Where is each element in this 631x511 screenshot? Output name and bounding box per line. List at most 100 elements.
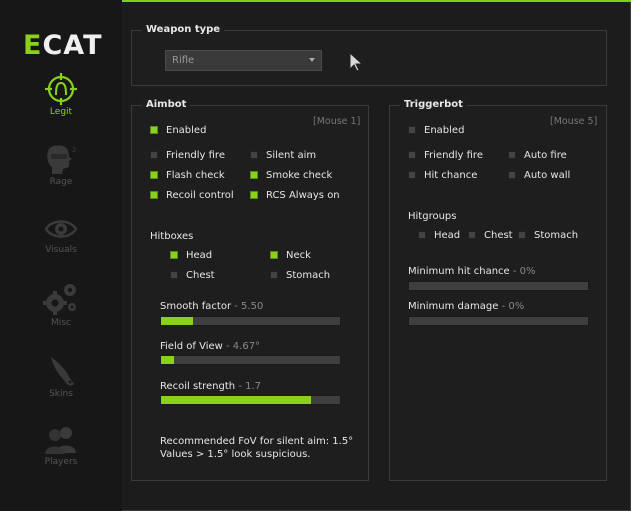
checkbox-label: Hit chance — [424, 169, 478, 181]
minimum-hit-chance-slider[interactable] — [408, 281, 589, 291]
checkbox-box — [418, 231, 426, 239]
nav-item-misc[interactable]: Misc — [0, 282, 122, 328]
aimbot-friendly-fire-checkbox[interactable]: Friendly fire — [150, 149, 225, 161]
slider-value: - 5.50 — [234, 301, 264, 312]
triggerbot-panel: Triggerbot — [389, 99, 607, 481]
triggerbot-title: Triggerbot — [400, 99, 467, 110]
checkbox-box — [408, 151, 416, 159]
nav-label-visuals: Visuals — [45, 245, 77, 255]
minimum-hit-chance-label: Minimum hit chance - 0% — [408, 266, 536, 277]
aimbot-enabled-checkbox[interactable]: Enabled — [150, 124, 206, 136]
recoil-strength-slider[interactable] — [160, 395, 341, 405]
aimbot-flash-check-checkbox[interactable]: Flash check — [150, 169, 225, 181]
checkbox-label: Chest — [484, 229, 513, 241]
hitgroup-stomach-checkbox[interactable]: Stomach — [518, 229, 578, 241]
slider-label-text: Smooth factor — [160, 301, 232, 312]
nav-item-players[interactable]: Players — [0, 425, 122, 467]
sidebar: ECAT Legit 2 Rage Visuals Misc Skins Pla… — [0, 0, 122, 511]
triggerbot-auto-wall-checkbox[interactable]: Auto wall — [508, 169, 570, 181]
checkbox-label: Smoke check — [266, 169, 333, 181]
checkbox-box — [250, 151, 258, 159]
checkbox-label: Enabled — [424, 124, 465, 136]
checkbox-box — [150, 191, 158, 199]
checkbox-box — [170, 251, 178, 259]
smooth-factor-label: Smooth factor - 5.50 — [160, 301, 263, 312]
aimbot-smoke-check-checkbox[interactable]: Smoke check — [250, 169, 332, 181]
logo: ECAT — [23, 30, 103, 61]
hitgroup-chest-checkbox[interactable]: Chest — [468, 229, 513, 241]
nav-item-rage[interactable]: 2 Rage — [0, 143, 122, 187]
checkbox-box — [150, 151, 158, 159]
eye-icon — [44, 220, 78, 238]
slider-label-text: Field of View — [160, 341, 223, 352]
minimum-damage-slider[interactable] — [408, 316, 589, 326]
hitgroup-head-checkbox[interactable]: Head — [418, 229, 460, 241]
users-icon — [45, 427, 76, 454]
checkbox-label: Head — [186, 249, 213, 261]
field-of-view-slider[interactable] — [160, 355, 341, 365]
hitbox-head-checkbox[interactable]: Head — [170, 249, 212, 261]
hitbox-chest-checkbox[interactable]: Chest — [170, 269, 215, 281]
nav-label-rage: Rage — [49, 177, 73, 187]
checkbox-label: Friendly fire — [424, 149, 483, 161]
minimum-damage-label: Minimum damage - 0% — [408, 301, 524, 312]
hitgroups-label: Hitgroups — [408, 211, 457, 222]
checkbox-label: Stomach — [534, 229, 579, 241]
checkbox-label: Recoil control — [166, 189, 234, 201]
slider-value: - 0% — [501, 301, 525, 312]
triggerbot-hit-chance-checkbox[interactable]: Hit chance — [408, 169, 477, 181]
note-line-1: Recommended FoV for silent aim: 1.5° — [160, 436, 354, 447]
checkbox-box — [518, 231, 526, 239]
checkbox-box — [150, 126, 158, 134]
hitbox-stomach-checkbox[interactable]: Stomach — [270, 269, 330, 281]
note-line-2: Values > 1.5° look suspicious. — [160, 449, 311, 460]
aimbot-bind-key[interactable]: [Mouse 1] — [313, 116, 360, 127]
aimbot-recoil-control-checkbox[interactable]: Recoil control — [150, 189, 234, 201]
slider-fill — [161, 396, 312, 404]
checkbox-label: Enabled — [166, 124, 207, 136]
checkbox-box — [408, 126, 416, 134]
smooth-factor-slider[interactable] — [160, 316, 341, 326]
triggerbot-bind-key[interactable]: [Mouse 5] — [550, 116, 597, 127]
hitboxes-label: Hitboxes — [150, 231, 194, 242]
triggerbot-auto-fire-checkbox[interactable]: Auto fire — [508, 149, 567, 161]
checkbox-box — [408, 171, 416, 179]
logo-text: CAT — [42, 30, 103, 61]
weapon-type-select[interactable]: Rifle — [165, 50, 322, 71]
hitbox-neck-checkbox[interactable]: Neck — [270, 249, 311, 261]
aimbot-title: Aimbot — [142, 99, 191, 110]
recoil-strength-label: Recoil strength - 1.7 — [160, 381, 261, 392]
silent-aim-note: Recommended FoV for silent aim: 1.5° Val… — [160, 435, 353, 461]
checkbox-box — [508, 151, 516, 159]
checkbox-box — [150, 171, 158, 179]
checkbox-box — [250, 171, 258, 179]
nav-label-players: Players — [44, 457, 78, 467]
aimbot-silent-aim-checkbox[interactable]: Silent aim — [250, 149, 316, 161]
checkbox-label: Stomach — [286, 269, 331, 281]
triggerbot-friendly-fire-checkbox[interactable]: Friendly fire — [408, 149, 483, 161]
checkbox-label: Friendly fire — [166, 149, 225, 161]
checkbox-label: Head — [434, 229, 461, 241]
weapon-type-title: Weapon type — [142, 24, 225, 35]
masked-head-icon: 2 — [47, 145, 76, 174]
nav-label-skins: Skins — [49, 389, 73, 399]
triggerbot-enabled-checkbox[interactable]: Enabled — [408, 124, 464, 136]
nav-label-misc: Misc — [51, 318, 71, 328]
aimbot-rcs-always-on-checkbox[interactable]: RCS Always on — [250, 189, 340, 201]
slider-value: - 0% — [512, 266, 536, 277]
nav-item-skins[interactable]: Skins — [0, 355, 122, 399]
nav-item-visuals[interactable]: Visuals — [0, 215, 122, 255]
slider-value: - 4.67° — [226, 341, 261, 352]
checkbox-label: Chest — [186, 269, 215, 281]
mouse-cursor-icon — [349, 52, 364, 72]
aimbot-panel: Aimbot — [131, 99, 369, 481]
checkbox-box — [170, 271, 178, 279]
checkbox-box — [250, 191, 258, 199]
weapon-type-value: Rifle — [172, 55, 195, 66]
field-of-view-label: Field of View - 4.67° — [160, 341, 260, 352]
slider-fill — [161, 317, 194, 325]
svg-text:2: 2 — [72, 146, 76, 154]
logo-letter-e: E — [23, 30, 43, 61]
nav-item-legit[interactable]: Legit — [0, 73, 122, 117]
checkbox-box — [468, 231, 476, 239]
